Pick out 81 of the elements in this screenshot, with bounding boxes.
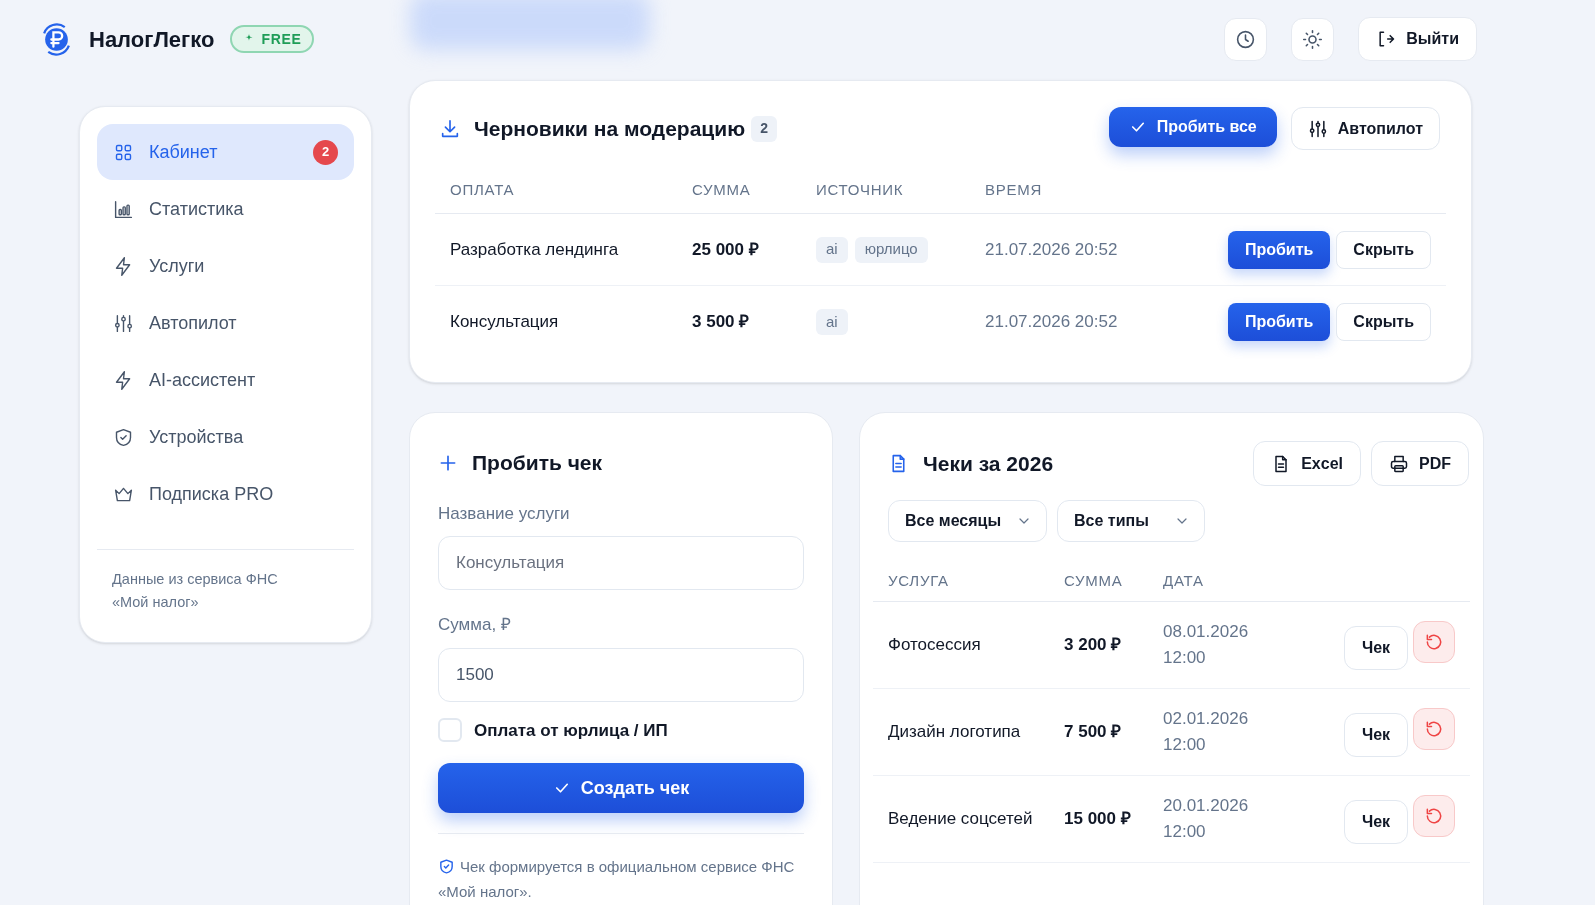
field-label: Сумма, ₽ — [438, 614, 512, 636]
table-cell: 3 500 ₽ — [692, 312, 750, 332]
table-cell: 02.01.2026 12:00 — [1163, 709, 1249, 754]
table-cell: 25 000 ₽ — [692, 239, 759, 259]
filter-dropdown[interactable]: Все типы — [1057, 500, 1205, 542]
download-icon — [439, 117, 461, 140]
notification-badge: 2 — [313, 139, 338, 165]
source-tag: ai — [816, 309, 848, 335]
column-header: ВРЕМЯ — [985, 180, 1044, 201]
table-cell: 21.07.2026 20:52 — [985, 312, 1118, 332]
hide-button[interactable]: Скрыть — [1336, 303, 1431, 341]
table-cell: 08.01.2026 12:00 — [1163, 622, 1249, 667]
sidebar-footnote: Данные из сервиса ФНС «Мой налог» — [111, 570, 279, 612]
create-receipt-button[interactable]: Создать чек — [438, 763, 804, 813]
printer-icon — [1389, 453, 1409, 474]
shield-check-icon — [113, 426, 134, 448]
table-cell: Фотосессия — [888, 635, 981, 654]
count-badge: 2 — [751, 115, 777, 142]
revert-button[interactable] — [1413, 708, 1455, 750]
sidebar-item[interactable]: Подписка PRO — [97, 466, 354, 522]
sun-icon — [1302, 28, 1324, 50]
table-cell: 21.07.2026 20:52 — [985, 239, 1118, 259]
section-title: Пробить чек — [472, 450, 603, 476]
revert-button[interactable] — [1413, 795, 1455, 837]
ruble-coin-logo-icon — [40, 22, 73, 56]
process-button[interactable]: Пробить — [1227, 230, 1331, 269]
revert-button[interactable] — [1413, 621, 1455, 663]
sidebar-item[interactable]: Устройства — [97, 409, 354, 465]
undo-icon — [1424, 719, 1444, 739]
sidebar-item[interactable]: Автопилот — [97, 295, 354, 351]
sliders-icon — [1307, 118, 1328, 139]
logout-button[interactable]: Выйти — [1358, 17, 1477, 61]
app-name: НалогЛегко — [89, 25, 215, 54]
sidebar-item[interactable]: AI-ассистент — [97, 352, 354, 408]
receipt-button[interactable]: Чек — [1344, 713, 1408, 757]
checkbox-label: Оплата от юрлица / ИП — [474, 719, 668, 742]
export-button[interactable]: Excel — [1253, 441, 1361, 486]
receipt-button[interactable]: Чек — [1344, 626, 1408, 670]
section-title: Чеки за 2026 — [923, 450, 1054, 477]
sidebar-item[interactable]: Статистика — [97, 181, 354, 237]
column-header: УСЛУГА — [888, 571, 950, 592]
info-note: Чек формируется в официальном сервисе ФНС «Мой налог». — [438, 857, 796, 902]
source-tag: ai — [816, 236, 848, 263]
table-cell: 3 200 ₽ — [1064, 635, 1122, 654]
column-header: ДАТА — [1163, 571, 1205, 592]
column-header: ИСТОЧНИК — [816, 180, 905, 201]
plan-badge: FREE — [230, 25, 314, 53]
column-header: СУММА — [1064, 571, 1124, 592]
input-field[interactable]: 1500 — [438, 647, 804, 702]
sliders-icon — [113, 312, 134, 334]
filter-dropdown[interactable]: Все месяцы — [888, 500, 1047, 542]
logout-icon — [1376, 29, 1397, 49]
receipt-button[interactable]: Чек — [1344, 800, 1408, 844]
input-field[interactable]: Консультация — [438, 536, 804, 590]
undo-icon — [1424, 806, 1444, 826]
column-header: СУММА — [692, 180, 752, 201]
section-title: Черновики на модерацию — [474, 115, 746, 142]
autopilot-button[interactable]: Автопилот — [1290, 107, 1440, 150]
table-cell: Разработка лендинга — [450, 239, 619, 259]
table-cell: 7 500 ₽ — [1064, 722, 1122, 741]
source-tag: юрлицо — [854, 236, 928, 263]
table-cell: 20.01.2026 12:00 — [1163, 796, 1249, 841]
bar-chart-icon — [113, 198, 134, 220]
column-header: ОПЛАТА — [450, 180, 516, 201]
export-button[interactable]: PDF — [1371, 441, 1469, 486]
process-all-button[interactable]: Пробить все — [1108, 107, 1277, 147]
checkbox[interactable] — [438, 718, 462, 743]
theme-toggle-button[interactable] — [1291, 17, 1335, 61]
sidebar-item[interactable]: Кабинет 2 — [97, 124, 354, 180]
table-cell: 15 000 ₽ — [1064, 809, 1131, 828]
history-button[interactable] — [1224, 17, 1268, 61]
table-cell: Дизайн логотипа — [888, 722, 1021, 741]
process-button[interactable]: Пробить — [1227, 303, 1331, 341]
shield-check-icon — [438, 858, 455, 875]
hide-button[interactable]: Скрыть — [1336, 230, 1431, 269]
table-cell: Консультация — [450, 312, 559, 332]
table-cell: Ведение соцсетей — [888, 809, 1033, 828]
sidebar-item[interactable]: Услуги — [97, 238, 354, 294]
field-label: Название услуги — [438, 502, 571, 525]
undo-icon — [1424, 632, 1444, 652]
clock-icon — [1235, 28, 1257, 50]
